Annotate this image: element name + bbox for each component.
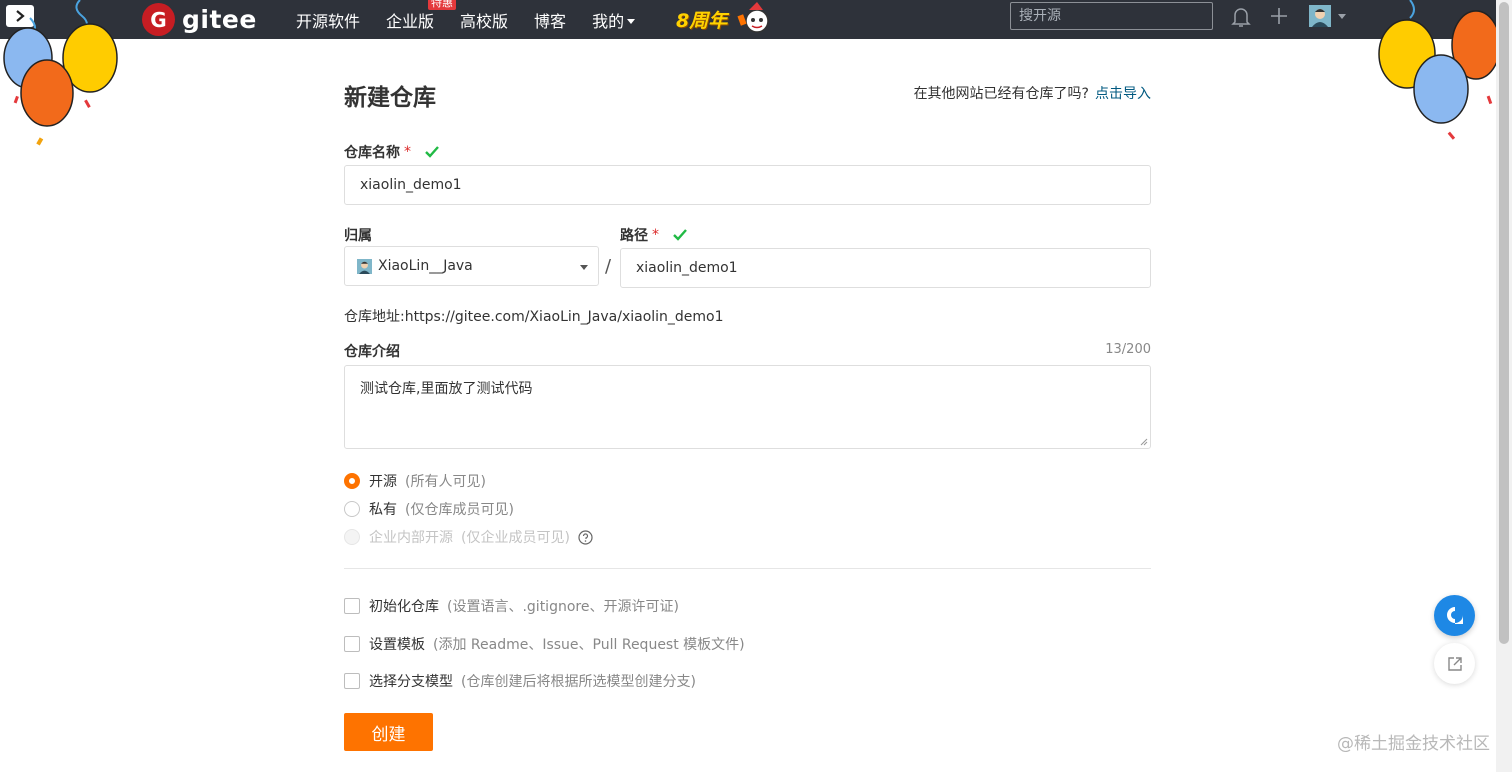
search-input[interactable] [1010, 2, 1213, 30]
visibility-public-hint: (所有人可见) [405, 474, 486, 490]
create-button[interactable]: 创建 [344, 713, 433, 751]
gitee-logo-icon: G [142, 3, 175, 36]
path-separator: / [605, 256, 612, 277]
radio-enterprise [344, 529, 360, 545]
nav-item-enterprise[interactable]: 企业版 特惠 [386, 0, 457, 32]
brand-name: gitee [182, 5, 257, 34]
anniversary-banner[interactable]: 8周年 [676, 1, 777, 37]
option-branch-model-label: 选择分支模型 [369, 674, 453, 690]
repo-name-label: 仓库名称 * [344, 142, 439, 162]
owner-select[interactable]: XiaoLin__Java [344, 246, 599, 286]
visibility-public-label: 开源 [369, 474, 397, 490]
main-nav: 开源软件 企业版 特惠 高校版 博客 我的 [296, 0, 661, 39]
option-template-label: 设置模板 [369, 637, 425, 653]
nav-item-mine-label: 我的 [592, 11, 625, 31]
chevron-down-icon [580, 265, 588, 270]
repo-name-label-text: 仓库名称 [344, 145, 400, 161]
import-hint-text: 在其他网站已经有仓库了吗? [913, 86, 1089, 102]
anniversary-text: 8周年 [676, 9, 728, 32]
option-init-repo-label: 初始化仓库 [369, 599, 439, 615]
user-menu[interactable] [1309, 5, 1346, 27]
visibility-option-private[interactable]: 私有 (仅仓库成员可见) [344, 499, 514, 519]
import-hint: 在其他网站已经有仓库了吗? 点击导入 [914, 83, 1151, 103]
owner-avatar [357, 258, 372, 274]
chevron-right-icon [16, 10, 25, 22]
visibility-option-enterprise: 企业内部开源 (仅企业成员可见) [344, 527, 593, 547]
repo-name-input[interactable]: xiaolin_demo1 [344, 165, 1151, 205]
nav-item-mine[interactable]: 我的 [592, 8, 636, 32]
external-link-icon [1447, 656, 1462, 671]
nav-item-open-source[interactable]: 开源软件 [296, 8, 360, 32]
checkbox-init-repo[interactable] [344, 598, 360, 614]
radio-public[interactable] [344, 473, 360, 489]
avatar [1309, 5, 1331, 27]
sidebar-toggle-button[interactable] [6, 5, 34, 27]
path-input[interactable]: xiaolin_demo1 [620, 248, 1151, 288]
page-title: 新建仓库 [344, 85, 436, 111]
option-branch-model-hint: (仓库创建后将根据所选模型创建分支) [461, 674, 696, 690]
share-button[interactable] [1434, 643, 1475, 684]
owner-label-text: 归属 [344, 228, 372, 244]
visibility-enterprise-label: 企业内部开源 [369, 530, 453, 546]
owner-name: XiaoLin__Java [378, 258, 473, 274]
section-divider [344, 568, 1151, 569]
checkbox-template[interactable] [344, 636, 360, 652]
chat-assistant-button[interactable] [1434, 595, 1475, 636]
resize-grip-icon[interactable] [1140, 438, 1148, 446]
help-icon[interactable] [578, 529, 593, 545]
nav-item-enterprise-label: 企业版 [386, 11, 435, 31]
description-label: 仓库介绍 [344, 341, 400, 361]
repo-url-prefix: 仓库地址: [344, 309, 405, 325]
required-mark: * [652, 227, 659, 243]
path-label: 路径 * [620, 225, 687, 245]
description-counter: 13/200 [1105, 342, 1151, 357]
valid-check-icon [673, 229, 687, 241]
option-init-repo-hint: (设置语言、.gitignore、开源许可证) [447, 599, 679, 615]
valid-check-icon [425, 146, 439, 158]
plus-icon[interactable] [1270, 7, 1288, 25]
option-init-repo[interactable]: 初始化仓库 (设置语言、.gitignore、开源许可证) [344, 596, 679, 616]
mascot-icon [737, 2, 769, 33]
chat-bubble-icon [1446, 606, 1463, 624]
description-textarea[interactable]: 测试仓库,里面放了测试代码 [344, 365, 1151, 449]
path-label-text: 路径 [620, 228, 648, 244]
repo-url: 仓库地址:https://gitee.com/XiaoLin_Java/xiao… [344, 306, 724, 326]
gitee-logo[interactable]: G gitee [142, 3, 257, 36]
radio-private[interactable] [344, 501, 360, 517]
bell-icon[interactable] [1231, 6, 1251, 28]
scrollbar-thumb[interactable] [1499, 2, 1509, 644]
owner-label: 归属 [344, 225, 372, 245]
visibility-option-public[interactable]: 开源 (所有人可见) [344, 471, 486, 491]
option-template[interactable]: 设置模板 (添加 Readme、Issue、Pull Request 模板文件) [344, 634, 745, 654]
option-branch-model[interactable]: 选择分支模型 (仓库创建后将根据所选模型创建分支) [344, 671, 696, 691]
nav-item-university[interactable]: 高校版 [460, 8, 508, 32]
option-template-hint: (添加 Readme、Issue、Pull Request 模板文件) [433, 637, 745, 653]
repo-url-value: https://gitee.com/XiaoLin_Java/xiaolin_d… [404, 309, 724, 325]
description-label-text: 仓库介绍 [344, 344, 400, 360]
page-scrollbar[interactable] [1496, 0, 1512, 772]
promo-badge: 特惠 [428, 0, 457, 10]
visibility-private-label: 私有 [369, 502, 397, 518]
import-link[interactable]: 点击导入 [1095, 86, 1151, 102]
chevron-down-icon [1338, 13, 1346, 19]
chevron-down-icon [627, 18, 636, 24]
top-navbar: G gitee 开源软件 企业版 特惠 高校版 博客 我的 8周年 [0, 0, 1496, 39]
required-mark: * [404, 144, 411, 160]
nav-item-blog[interactable]: 博客 [534, 8, 566, 32]
description-text: 测试仓库,里面放了测试代码 [360, 381, 533, 397]
visibility-enterprise-hint: (仅企业成员可见) [461, 530, 570, 546]
watermark: @稀土掘金技术社区 [1337, 734, 1490, 754]
checkbox-branch-model[interactable] [344, 673, 360, 689]
visibility-private-hint: (仅仓库成员可见) [405, 502, 514, 518]
